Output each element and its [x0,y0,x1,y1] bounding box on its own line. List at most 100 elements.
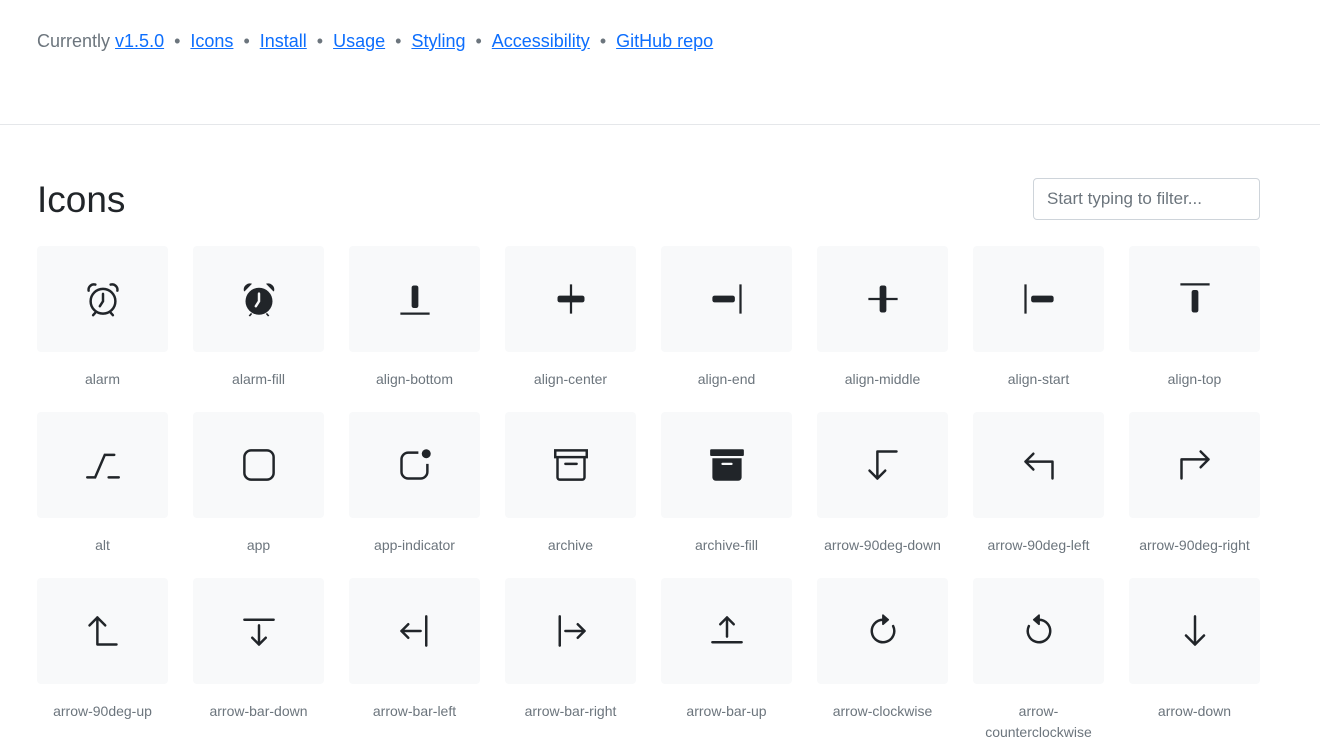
icon-card-arrow-90deg-up[interactable]: arrow-90deg-up [37,578,168,744]
icon-tile [505,246,636,352]
icon-filter-input[interactable] [1033,178,1260,220]
icon-tile [661,412,792,518]
icon-name: align-end [697,371,756,387]
archive-fill-icon [709,449,744,481]
icon-name: app [246,537,271,553]
align-center-icon [557,284,584,314]
icon-tile [1129,578,1260,684]
icon-card-arrow-90deg-right[interactable]: arrow-90deg-right [1129,412,1260,578]
icon-card-arrow-down[interactable]: arrow-down [1129,578,1260,744]
icon-card-align-start[interactable]: align-start [973,246,1104,412]
icon-tile [661,578,792,684]
align-end-icon [711,284,742,314]
icon-name: align-center [533,371,608,387]
icon-name: arrow-bar-left [372,703,457,719]
icon-card-arrow-clockwise[interactable]: arrow-clockwise [817,578,948,744]
version-link[interactable]: v1.5.0 [115,31,164,51]
icon-name: arrow-down [1157,703,1232,719]
icon-card-app[interactable]: app [193,412,324,578]
nav-link-icons[interactable]: Icons [190,31,233,51]
icon-name: alarm-fill [232,371,285,387]
alarm-fill-icon [243,283,274,317]
icon-card-arrow-bar-left[interactable]: arrow-bar-left [349,578,480,744]
nav-separator: • [243,31,250,51]
icon-name: arrow-90deg-up [53,703,152,719]
icon-name: arrow-90deg-down [824,537,941,553]
arrow-clockwise-icon [870,614,895,644]
icon-tile [973,578,1104,684]
app-indicator-icon [399,449,431,480]
arrow-bar-up-icon [710,616,743,644]
icon-card-archive-fill[interactable]: archive-fill [661,412,792,578]
icon-name: align-bottom [375,371,454,387]
nav-link-styling[interactable]: Styling [411,31,465,51]
alarm-icon [86,283,119,317]
icon-tile [817,246,948,352]
nav-link-github[interactable]: GitHub repo [616,31,713,51]
icon-card-arrow-counterclockwise[interactable]: arrow-counterclockwise [973,578,1104,744]
icon-card-arrow-90deg-left[interactable]: arrow-90deg-left [973,412,1104,578]
icon-name: arrow-bar-down [209,703,308,719]
icon-card-arrow-bar-right[interactable]: arrow-bar-right [505,578,636,744]
arrow-90deg-right-icon [1179,450,1210,480]
align-top-icon [1179,283,1210,313]
align-bottom-icon [399,285,430,315]
icon-card-arrow-bar-up[interactable]: arrow-bar-up [661,578,792,744]
nav-link-accessibility[interactable]: Accessibility [492,31,590,51]
nav-link-install[interactable]: Install [260,31,307,51]
icon-card-alarm-fill[interactable]: alarm-fill [193,246,324,412]
icon-card-arrow-90deg-down[interactable]: arrow-90deg-down [817,412,948,578]
icon-name: align-middle [844,371,921,387]
icon-tile [817,578,948,684]
icon-name: arrow-bar-up [686,703,767,719]
icon-tile [37,246,168,352]
icon-name: align-top [1167,371,1222,387]
arrow-counterclockwise-icon [1026,614,1051,644]
icon-tile [973,246,1104,352]
icon-card-alarm[interactable]: alarm [37,246,168,412]
icon-card-align-bottom[interactable]: align-bottom [349,246,480,412]
icon-card-align-middle[interactable]: align-middle [817,246,948,412]
nav-link-usage[interactable]: Usage [333,31,385,51]
icon-name: archive-fill [694,537,758,553]
icon-card-align-end[interactable]: align-end [661,246,792,412]
icon-tile [193,246,324,352]
current-version-prefix: Currently [37,31,111,51]
nav-separator: • [174,31,181,51]
archive-icon [553,449,588,481]
icon-tile [817,412,948,518]
align-middle-icon [867,285,898,313]
nav-separator: • [599,31,607,51]
icon-card-archive[interactable]: archive [505,412,636,578]
icon-card-app-indicator[interactable]: app-indicator [349,412,480,578]
icon-name: alt [95,537,110,553]
arrow-bar-down-icon [242,618,275,646]
icon-name: align-start [1007,371,1070,387]
icon-name: arrow-90deg-left [987,537,1090,553]
icon-tile [193,412,324,518]
icon-name: arrow-counterclockwise [985,703,1092,740]
icon-tile [505,578,636,684]
page-title: Icons [37,179,126,220]
icon-tile [349,412,480,518]
nav-separator: • [316,31,324,51]
icon-card-arrow-bar-down[interactable]: arrow-bar-down [193,578,324,744]
arrow-bar-left-icon [399,615,427,647]
icon-tile [193,578,324,684]
icon-card-align-top[interactable]: align-top [1129,246,1260,412]
align-start-icon [1023,284,1054,314]
icon-name: alarm [84,371,120,387]
icon-card-align-center[interactable]: align-center [505,246,636,412]
icon-name: archive [547,537,594,553]
nav-separator: • [475,31,482,51]
icon-grid: alarm alarm-fill align-bottom align-cent… [37,246,1260,744]
header-divider [0,124,1320,125]
icon-tile [1129,246,1260,352]
icon-card-alt[interactable]: alt [37,412,168,578]
arrow-90deg-down-icon [867,450,898,480]
top-nav: Currently v1.5.0 • Icons • Install • Usage • Sty… [37,29,713,53]
arrow-bar-right-icon [558,615,586,647]
nav-separator: • [395,31,402,51]
alt-icon [85,453,120,479]
icon-tile [349,246,480,352]
